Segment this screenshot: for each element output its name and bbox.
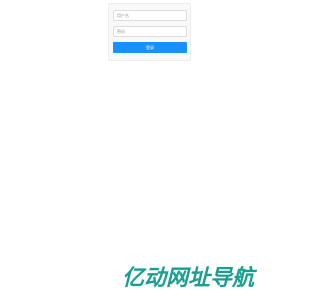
page: 登录 亿动网址导航 — [0, 0, 300, 300]
login-card: 登录 — [108, 3, 191, 61]
watermark-text: 亿动网址导航 — [122, 266, 255, 291]
site-watermark: 亿动网址导航 — [122, 262, 255, 291]
username-input[interactable] — [113, 10, 187, 21]
password-input[interactable] — [113, 26, 187, 37]
login-button[interactable]: 登录 — [113, 42, 187, 53]
